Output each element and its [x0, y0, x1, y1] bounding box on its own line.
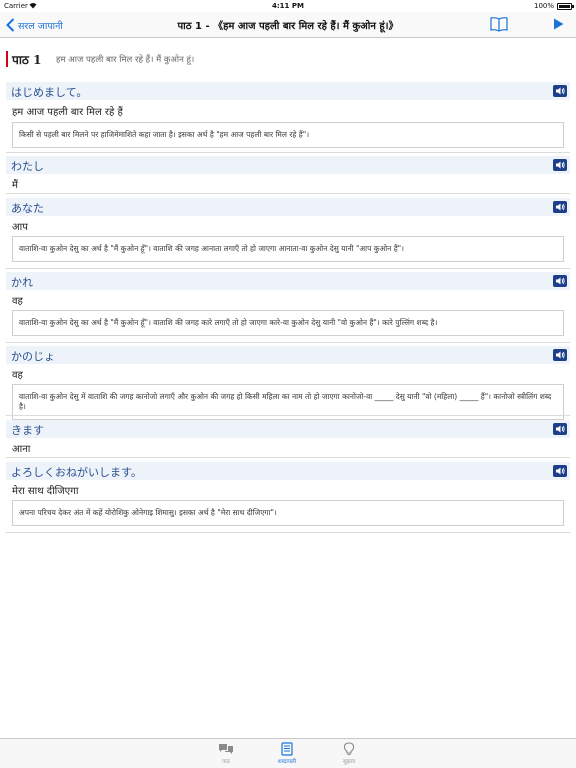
speaker-button[interactable]	[553, 349, 567, 361]
vocab-entry-header: よろしくおねがいします。	[6, 462, 570, 480]
tab-bar: पाठ शब्दावली सुझाव	[0, 738, 576, 768]
back-button-label: सरल जापानी	[18, 20, 63, 32]
japanese-word: はじめまして。	[11, 86, 88, 99]
divider	[6, 415, 570, 416]
speaker-button[interactable]	[553, 201, 567, 213]
word-meaning: आप	[12, 222, 28, 233]
chat-bubbles-icon	[219, 744, 233, 754]
tab-vocabulary[interactable]: शब्दावली	[267, 741, 307, 767]
word-meaning: मैं	[12, 180, 18, 191]
speaker-button[interactable]	[553, 85, 567, 97]
usage-note: वाताशि-वा कुओन देसु का अर्थ है "मैं कुओन…	[12, 236, 564, 262]
lightbulb-icon	[343, 742, 355, 756]
back-button[interactable]: सरल जापानी	[6, 15, 63, 35]
divider	[6, 342, 570, 343]
divider	[6, 193, 570, 194]
divider	[6, 152, 570, 153]
word-meaning: वह	[12, 370, 23, 381]
speaker-icon	[556, 87, 565, 95]
speaker-icon	[556, 351, 565, 359]
tab-label: सुझाव	[342, 759, 356, 765]
vocab-entry-header: かれ	[6, 272, 570, 290]
word-meaning: हम आज पहली बार मिल रहे हैं	[12, 107, 123, 118]
divider	[6, 457, 570, 458]
lesson-marker	[6, 51, 8, 67]
speaker-icon	[556, 277, 565, 285]
lesson-header: पाठ 1 हम आज पहली बार मिल रहे हैं। मैं कु…	[0, 38, 576, 74]
japanese-word: きます	[11, 424, 44, 437]
status-time: 4:11 PM	[272, 2, 304, 10]
vocabulary-book-icon	[281, 742, 293, 756]
vocab-entry-header: わたし	[6, 156, 570, 174]
page-title: पाठ 1 - 《हम आज पहली बार मिल रहे हैं। मैं…	[177, 21, 399, 32]
navigation-bar: सरल जापानी पाठ 1 - 《हम आज पहली बार मिल र…	[0, 12, 576, 38]
lesson-subtitle: हम आज पहली बार मिल रहे हैं। मैं कुओन हूं…	[56, 55, 195, 65]
speaker-button[interactable]	[553, 275, 567, 287]
vocab-entry-header: きます	[6, 420, 570, 438]
speaker-icon	[556, 467, 565, 475]
battery-percent: 100%	[533, 2, 554, 10]
word-meaning: आना	[12, 444, 31, 455]
speaker-button[interactable]	[553, 423, 567, 435]
divider	[6, 532, 570, 533]
usage-note: अपना परिचय देकर अंत में कहें योरोशिकु ओन…	[12, 500, 564, 526]
status-bar: Carrier 4:11 PM 100%	[0, 0, 576, 12]
chevron-left-icon	[6, 18, 15, 32]
speaker-icon	[556, 161, 565, 169]
speaker-icon	[556, 203, 565, 211]
tab-tips[interactable]: सुझाव	[329, 741, 369, 767]
vocab-entry-header: かのじょ	[6, 346, 570, 364]
speaker-button[interactable]	[553, 159, 567, 171]
tab-lesson[interactable]: पाठ	[206, 741, 246, 767]
tab-label: पाठ	[222, 759, 230, 765]
lesson-number: पाठ 1	[12, 53, 42, 67]
speaker-icon	[556, 425, 565, 433]
vocab-entry-header: はじめまして。	[6, 82, 570, 100]
battery-icon	[557, 3, 574, 10]
japanese-word: よろしくおねがいします。	[11, 466, 142, 479]
japanese-word: あなた	[11, 202, 44, 215]
vocab-entry-header: あなた	[6, 198, 570, 216]
usage-note: वाताशि-वा कुओन देसु का अर्थ है "मैं कुओन…	[12, 310, 564, 336]
divider	[6, 268, 570, 269]
word-meaning: वह	[12, 296, 23, 307]
japanese-word: かれ	[11, 276, 33, 289]
japanese-word: わたし	[11, 160, 44, 173]
usage-note: किसी से पहली बार मिलने पर हाजिमेमाशिते क…	[12, 122, 564, 148]
play-icon[interactable]	[553, 18, 564, 30]
vocabulary-content: पाठ 1 हम आज पहली बार मिल रहे हैं। मैं कु…	[0, 38, 576, 533]
book-icon[interactable]	[490, 16, 508, 32]
tab-label: शब्दावली	[277, 759, 297, 765]
word-meaning: मेरा साथ दीजिएगा	[12, 486, 79, 497]
japanese-word: かのじょ	[11, 350, 55, 363]
speaker-button[interactable]	[553, 465, 567, 477]
